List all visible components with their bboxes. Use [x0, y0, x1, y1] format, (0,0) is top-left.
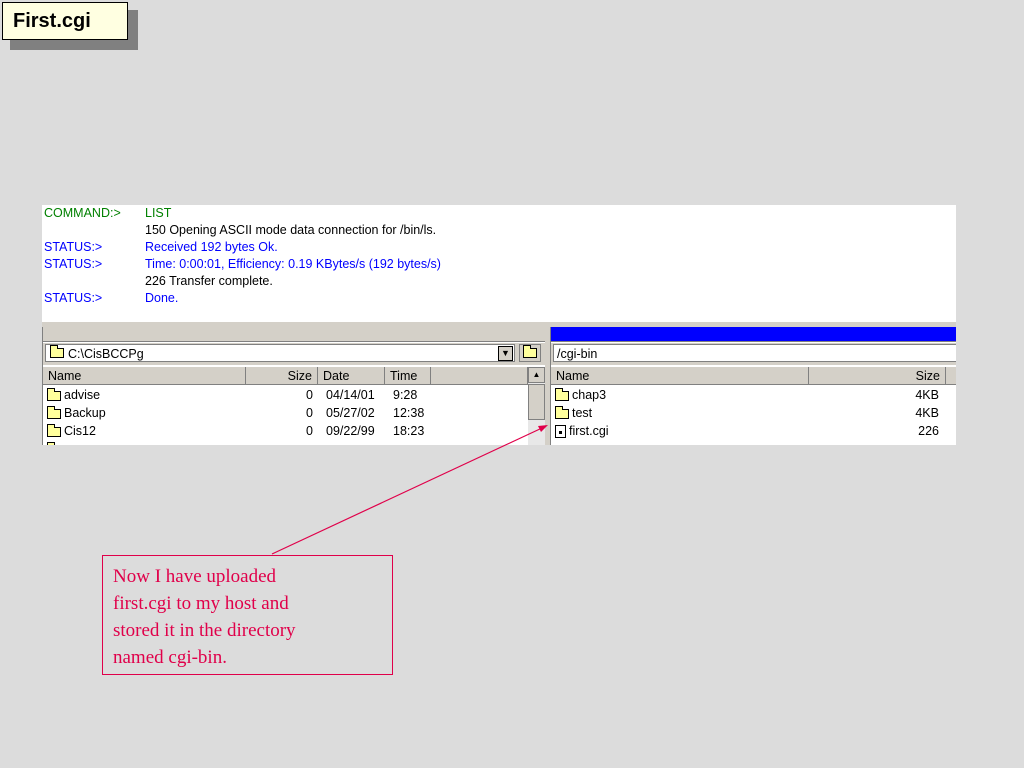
folder-icon: [555, 387, 569, 401]
scroll-up-arrow-icon[interactable]: ▲: [528, 367, 545, 383]
log-text: Done.: [145, 291, 179, 305]
log-label: COMMAND:>: [44, 206, 121, 220]
local-path-dropdown[interactable]: C:\CisBCCPg ▼: [45, 344, 515, 362]
file-time: 12:38: [393, 406, 425, 420]
file-name-cell: chap3: [555, 386, 606, 404]
file-name-cell: Cis12: [47, 422, 96, 440]
file-time: 9:28: [393, 388, 418, 402]
chevron-down-icon[interactable]: ▼: [498, 346, 513, 361]
log-text: LIST: [145, 206, 172, 220]
local-pane-header: [43, 327, 545, 342]
column-spacer: [431, 367, 528, 385]
file-name: chap3: [572, 388, 607, 402]
file-size: 0: [306, 406, 313, 420]
file-date: 09/22/99: [326, 424, 375, 438]
callout-line: first.cgi to my host and: [113, 593, 289, 614]
local-path-row: C:\CisBCCPg ▼: [43, 343, 545, 365]
log-label: STATUS:>: [44, 291, 103, 305]
file-date: 05/27/02: [326, 406, 375, 420]
message-log[interactable]: COMMAND:> LIST 150 Opening ASCII mode da…: [42, 205, 956, 322]
remote-pane-header: [551, 327, 956, 342]
local-scrollbar[interactable]: ▲: [528, 367, 545, 445]
callout-line: Now I have uploaded: [113, 566, 277, 587]
file-icon: [555, 425, 566, 439]
callout-line: named cgi-bin.: [113, 647, 227, 668]
file-name-cell: first.cgi: [555, 422, 609, 440]
column-name[interactable]: Name: [551, 367, 809, 385]
column-date[interactable]: Date: [318, 367, 385, 385]
list-item[interactable]: test 4KB: [551, 404, 956, 422]
column-truncated[interactable]: [946, 367, 956, 385]
file-size: 0: [306, 424, 313, 438]
list-item[interactable]: first.cgi 226: [551, 422, 956, 440]
log-label: STATUS:>: [44, 257, 103, 271]
folder-icon: [47, 387, 61, 401]
file-name: first.cgi: [569, 424, 609, 438]
file-size: 226: [918, 424, 939, 438]
log-text: 226 Transfer complete.: [145, 274, 273, 288]
local-path-text: C:\CisBCCPg: [68, 347, 144, 361]
remote-path-text: /cgi-bin: [557, 347, 598, 361]
column-size[interactable]: Size: [246, 367, 318, 385]
column-size[interactable]: Size: [809, 367, 946, 385]
file-size: 0: [306, 388, 313, 402]
local-pane: C:\CisBCCPg ▼ Name Size Date Time advise…: [42, 327, 545, 445]
ftp-client-window: COMMAND:> LIST 150 Opening ASCII mode da…: [42, 205, 956, 445]
file-date: 04/14/01: [326, 388, 375, 402]
list-item[interactable]: chap3 4KB: [551, 386, 956, 404]
folder-up-icon: [523, 345, 537, 358]
log-text: Received 192 bytes Ok.: [145, 240, 278, 254]
column-name[interactable]: Name: [43, 367, 246, 385]
callout-line: stored it in the directory: [113, 620, 296, 641]
file-size: 4KB: [915, 388, 939, 402]
file-name: Backup: [64, 406, 106, 420]
file-name: Cis12: [64, 424, 96, 438]
folder-icon: [47, 405, 61, 419]
remote-pane: /cgi-bin Name Size chap3 4KB test 4KB fi…: [550, 327, 956, 445]
file-name-cell: test: [555, 404, 592, 422]
file-name-cell: advise: [47, 386, 100, 404]
slide-title-group: First.cgi: [2, 2, 138, 50]
remote-column-headers: Name Size: [551, 367, 956, 385]
file-name-cell: Backup: [47, 404, 106, 422]
file-size: 4KB: [915, 406, 939, 420]
log-label: STATUS:>: [44, 240, 103, 254]
file-time: 18:23: [393, 424, 425, 438]
annotation-callout: Now I have uploaded first.cgi to my host…: [102, 555, 393, 675]
log-text: 150 Opening ASCII mode data connection f…: [145, 223, 437, 237]
remote-path-row: /cgi-bin: [551, 343, 956, 365]
column-time[interactable]: Time: [385, 367, 431, 385]
folder-icon: [47, 423, 61, 437]
file-name-cell: [47, 440, 64, 445]
folder-icon: [555, 405, 569, 419]
parent-folder-button[interactable]: [519, 344, 541, 362]
arrow-line: [271, 427, 543, 555]
scroll-thumb[interactable]: [528, 384, 545, 420]
file-name: test: [572, 406, 593, 420]
log-text: Time: 0:00:01, Efficiency: 0.19 KBytes/s…: [145, 257, 441, 271]
folder-icon: [50, 345, 64, 358]
file-name: advise: [64, 388, 101, 402]
remote-path-field[interactable]: /cgi-bin: [553, 344, 956, 362]
local-column-headers: Name Size Date Time: [43, 367, 545, 385]
slide-title: First.cgi: [2, 2, 128, 40]
